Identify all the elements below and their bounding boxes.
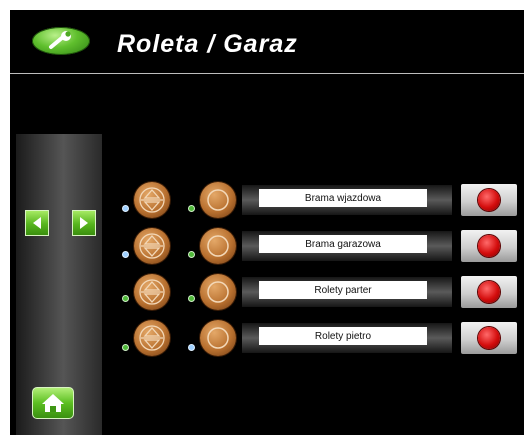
row-label: Rolety pietro — [259, 327, 427, 345]
label-bar: Rolety pietro — [242, 323, 452, 353]
control-row: Rolety pietro — [10, 316, 524, 360]
control-row: Brama garazowa — [10, 224, 524, 268]
wrench-icon[interactable] — [32, 27, 90, 55]
label-bar: Brama wjazdowa — [242, 185, 452, 215]
stop-circle-button[interactable] — [200, 182, 236, 218]
red-circle-icon — [478, 327, 500, 349]
header: Roleta / Garaz — [10, 10, 524, 74]
up-down-button[interactable] — [134, 274, 170, 310]
stop-circle-button[interactable] — [200, 228, 236, 264]
screen: Roleta / Garaz Brama wjazdowa Brama garaz… — [10, 10, 524, 435]
up-down-button[interactable] — [134, 320, 170, 356]
red-circle-icon — [478, 235, 500, 257]
stop-circle-button[interactable] — [200, 274, 236, 310]
page-title: Roleta / Garaz — [117, 30, 298, 58]
red-stop-button[interactable] — [461, 184, 517, 216]
up-down-button[interactable] — [134, 182, 170, 218]
row-label: Brama garazowa — [259, 235, 427, 253]
stop-circle-button[interactable] — [200, 320, 236, 356]
label-bar: Rolety parter — [242, 277, 452, 307]
red-circle-icon — [478, 189, 500, 211]
home-icon[interactable] — [32, 387, 74, 419]
row-label: Brama wjazdowa — [259, 189, 427, 207]
control-row: Rolety parter — [10, 270, 524, 314]
red-stop-button[interactable] — [461, 276, 517, 308]
red-stop-button[interactable] — [461, 230, 517, 262]
row-label: Rolety parter — [259, 281, 427, 299]
up-down-button[interactable] — [134, 228, 170, 264]
red-stop-button[interactable] — [461, 322, 517, 354]
red-circle-icon — [478, 281, 500, 303]
label-bar: Brama garazowa — [242, 231, 452, 261]
header-divider — [10, 73, 524, 74]
control-row: Brama wjazdowa — [10, 178, 524, 222]
